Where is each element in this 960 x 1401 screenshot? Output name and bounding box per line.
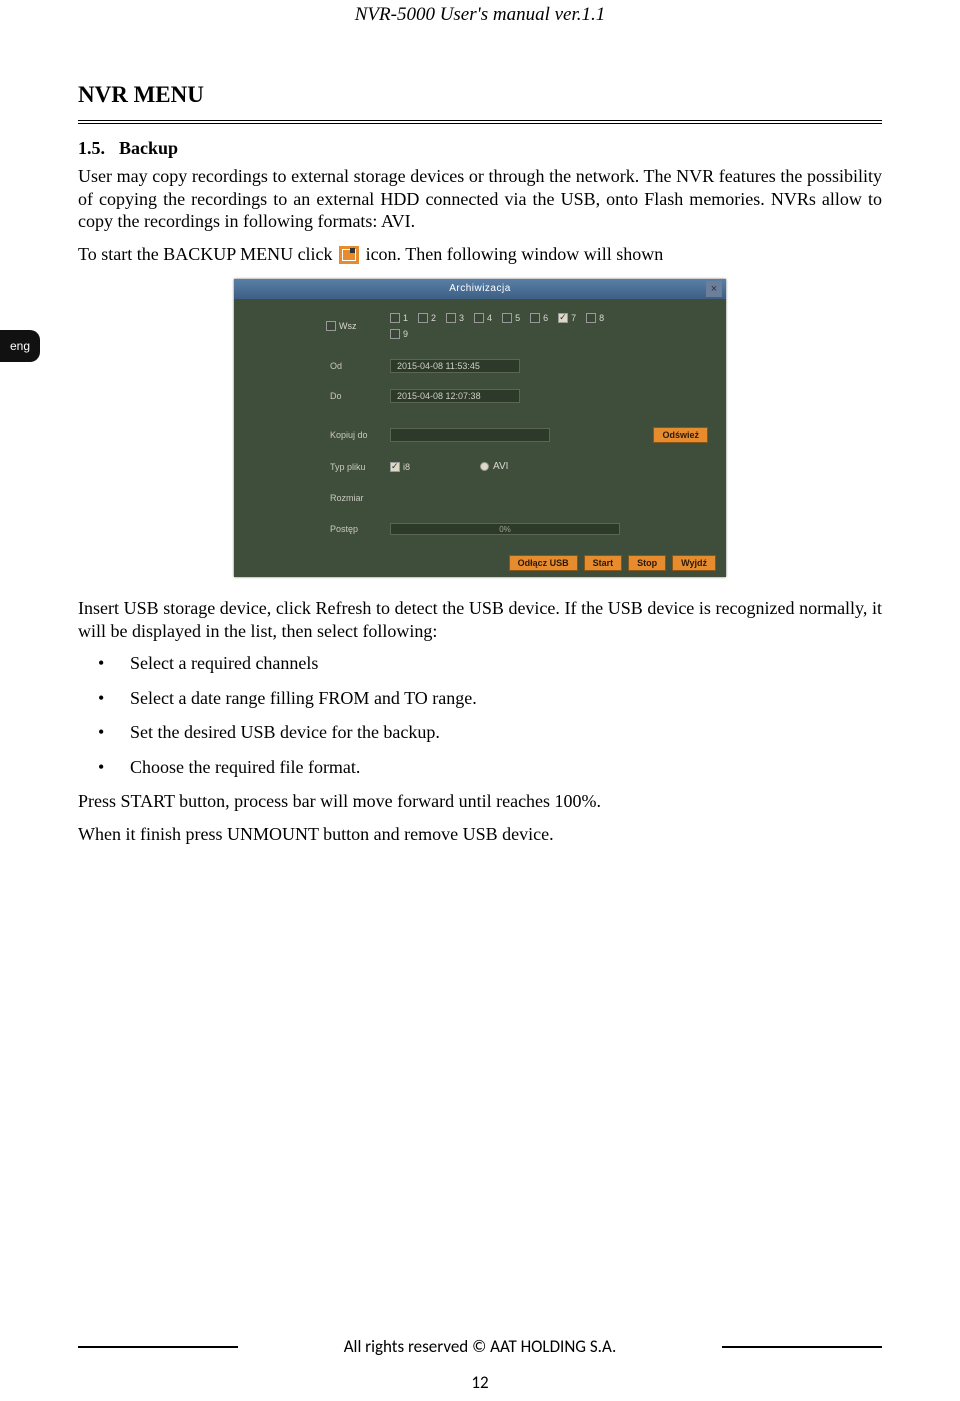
to-datetime-input[interactable]: 2015-04-08 12:07:38 <box>390 389 520 403</box>
checkbox-ch5[interactable]: 5 <box>502 313 520 323</box>
checkbox-all[interactable] <box>326 321 336 331</box>
progress-bar: 0% <box>390 523 620 535</box>
list-item: Select a required channels <box>78 652 882 675</box>
checkbox-ch4[interactable]: 4 <box>474 313 492 323</box>
filetype-i8-checkbox[interactable]: i8 <box>390 462 410 472</box>
paragraph-start-menu: To start the BACKUP MENU click icon. The… <box>78 243 882 266</box>
subsection-heading: 1.5. Backup <box>78 138 882 159</box>
save-disk-icon <box>339 246 359 264</box>
refresh-button[interactable]: Odśwież <box>653 427 708 443</box>
page-footer: All rights reserved © AAT HOLDING S.A. <box>78 1336 882 1357</box>
section-title: NVR MENU <box>78 82 882 108</box>
language-tab[interactable]: eng <box>0 330 40 362</box>
label-progress: Postęp <box>330 524 390 534</box>
doc-header: NVR-5000 User's manual ver.1.1 <box>78 0 882 26</box>
paragraph-insert-usb: Insert USB storage device, click Refresh… <box>78 597 882 642</box>
subsection-number: 1.5. <box>78 138 105 158</box>
label-file-type: Typ pliku <box>330 462 390 472</box>
copy-to-dropdown[interactable] <box>390 428 550 442</box>
footer-copyright: All rights reserved © AAT HOLDING S.A. <box>256 1336 704 1357</box>
paragraph-intro: User may copy recordings to external sto… <box>78 165 882 233</box>
label-copy-to: Kopiuj do <box>330 430 390 440</box>
list-item: Select a date range filling FROM and TO … <box>78 687 882 710</box>
label-all: Wsz <box>339 321 357 331</box>
filetype-avi-radio[interactable] <box>480 462 489 471</box>
exit-button[interactable]: Wyjdź <box>672 555 716 571</box>
section-divider <box>78 120 882 124</box>
label-from: Od <box>330 361 390 371</box>
start-button[interactable]: Start <box>584 555 623 571</box>
checkbox-ch8[interactable]: 8 <box>586 313 604 323</box>
page-number: 12 <box>0 1372 960 1393</box>
checkbox-ch6[interactable]: 6 <box>530 313 548 323</box>
steps-list: Select a required channels Select a date… <box>78 652 882 778</box>
paragraph-unmount: When it finish press UNMOUNT button and … <box>78 823 882 846</box>
checkbox-ch3[interactable]: 3 <box>446 313 464 323</box>
stop-button[interactable]: Stop <box>628 555 666 571</box>
footer-rule-left <box>78 1346 238 1348</box>
footer-rule-right <box>722 1346 882 1348</box>
filetype-avi-label: AVI <box>493 461 508 472</box>
backup-window-screenshot: Archiwizacja × Wsz 1 2 3 4 5 6 7 8 9 <box>234 279 726 577</box>
paragraph-press-start: Press START button, process bar will mov… <box>78 790 882 813</box>
checkbox-ch1[interactable]: 1 <box>390 313 408 323</box>
subsection-title: Backup <box>119 138 178 158</box>
para2-post: icon. Then following window will shown <box>361 244 663 264</box>
from-datetime-input[interactable]: 2015-04-08 11:53:45 <box>390 359 520 373</box>
label-to: Do <box>330 391 390 401</box>
list-item: Set the desired USB device for the backu… <box>78 721 882 744</box>
checkbox-ch2[interactable]: 2 <box>418 313 436 323</box>
label-size: Rozmiar <box>330 493 390 503</box>
checkbox-ch7[interactable]: 7 <box>558 313 576 323</box>
para2-pre: To start the BACKUP MENU click <box>78 244 337 264</box>
unmount-usb-button[interactable]: Odłącz USB <box>509 555 578 571</box>
close-icon[interactable]: × <box>706 281 722 297</box>
window-title: Archiwizacja <box>234 279 726 299</box>
checkbox-ch9[interactable]: 9 <box>390 329 632 339</box>
channel-checkbox-group: 1 2 3 4 5 6 7 8 9 <box>390 313 632 339</box>
list-item: Choose the required file format. <box>78 756 882 779</box>
